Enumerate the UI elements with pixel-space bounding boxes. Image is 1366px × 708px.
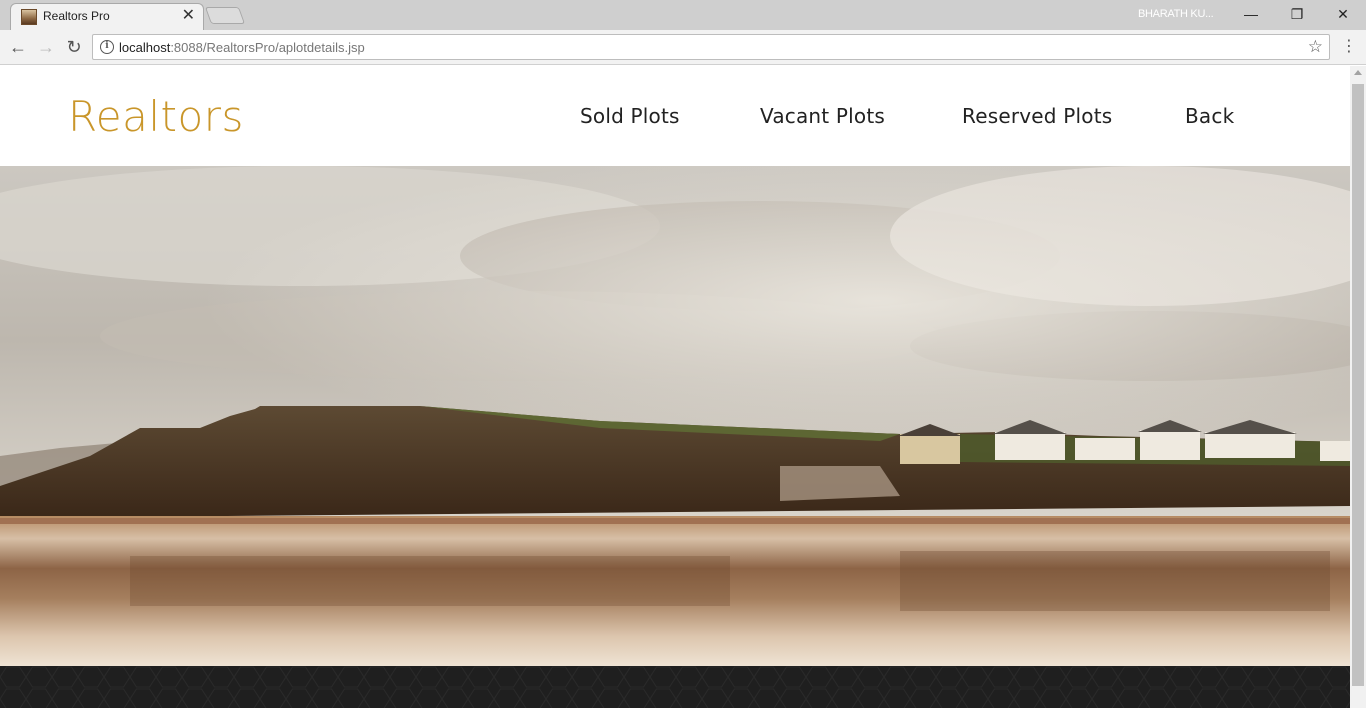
nav-vacant-plots[interactable]: Vacant Plots [760, 104, 885, 128]
window-close-button[interactable]: ✕ [1320, 0, 1366, 28]
reload-icon[interactable]: ↻ [62, 35, 86, 59]
scroll-up-arrow-icon[interactable] [1354, 70, 1362, 75]
url-path: :8088/RealtorsPro/aplotdetails.jsp [170, 40, 365, 55]
nav-back[interactable]: Back [1185, 104, 1234, 128]
site-info-icon[interactable]: i [100, 40, 114, 54]
scrollbar-thumb[interactable] [1352, 84, 1364, 686]
hex-pattern-image [0, 666, 1350, 708]
hero-image [0, 166, 1350, 666]
bookmark-star-icon[interactable]: ☆ [1308, 37, 1323, 57]
maximize-button[interactable]: ❐ [1274, 0, 1320, 28]
browser-tab[interactable]: Realtors Pro ✕ [10, 3, 204, 30]
back-arrow-icon[interactable]: ← [6, 35, 30, 59]
browser-toolbar: ← → ↻ i localhost:8088/RealtorsPro/aplot… [0, 30, 1366, 65]
new-tab-button[interactable] [204, 7, 246, 24]
address-bar[interactable]: i localhost:8088/RealtorsPro/aplotdetail… [92, 34, 1330, 60]
tab-title: Realtors Pro [43, 9, 110, 23]
tab-close-icon[interactable]: ✕ [182, 6, 195, 26]
vertical-scrollbar[interactable] [1350, 66, 1366, 708]
profile-name[interactable]: BHARATH KU... [1138, 8, 1214, 20]
nav-sold-plots[interactable]: Sold Plots [580, 104, 680, 128]
tab-favicon-icon [21, 9, 37, 25]
browser-menu-icon[interactable]: ⋮ [1340, 35, 1358, 59]
site-header: Realtors Sold Plots Vacant Plots Reserve… [0, 66, 1350, 166]
url-text[interactable]: localhost:8088/RealtorsPro/aplotdetails.… [119, 40, 365, 55]
site-logo[interactable]: Realtors [68, 92, 244, 141]
browser-tabstrip: Realtors Pro ✕ BHARATH KU... — ❐ ✕ [0, 0, 1366, 30]
page-viewport: Realtors Sold Plots Vacant Plots Reserve… [0, 66, 1366, 708]
coastal-landscape-image [0, 166, 1350, 666]
footer-band [0, 666, 1350, 708]
forward-arrow-icon[interactable]: → [34, 35, 58, 59]
minimize-button[interactable]: — [1228, 0, 1274, 28]
url-host: localhost [119, 40, 171, 55]
nav-reserved-plots[interactable]: Reserved Plots [962, 104, 1112, 128]
